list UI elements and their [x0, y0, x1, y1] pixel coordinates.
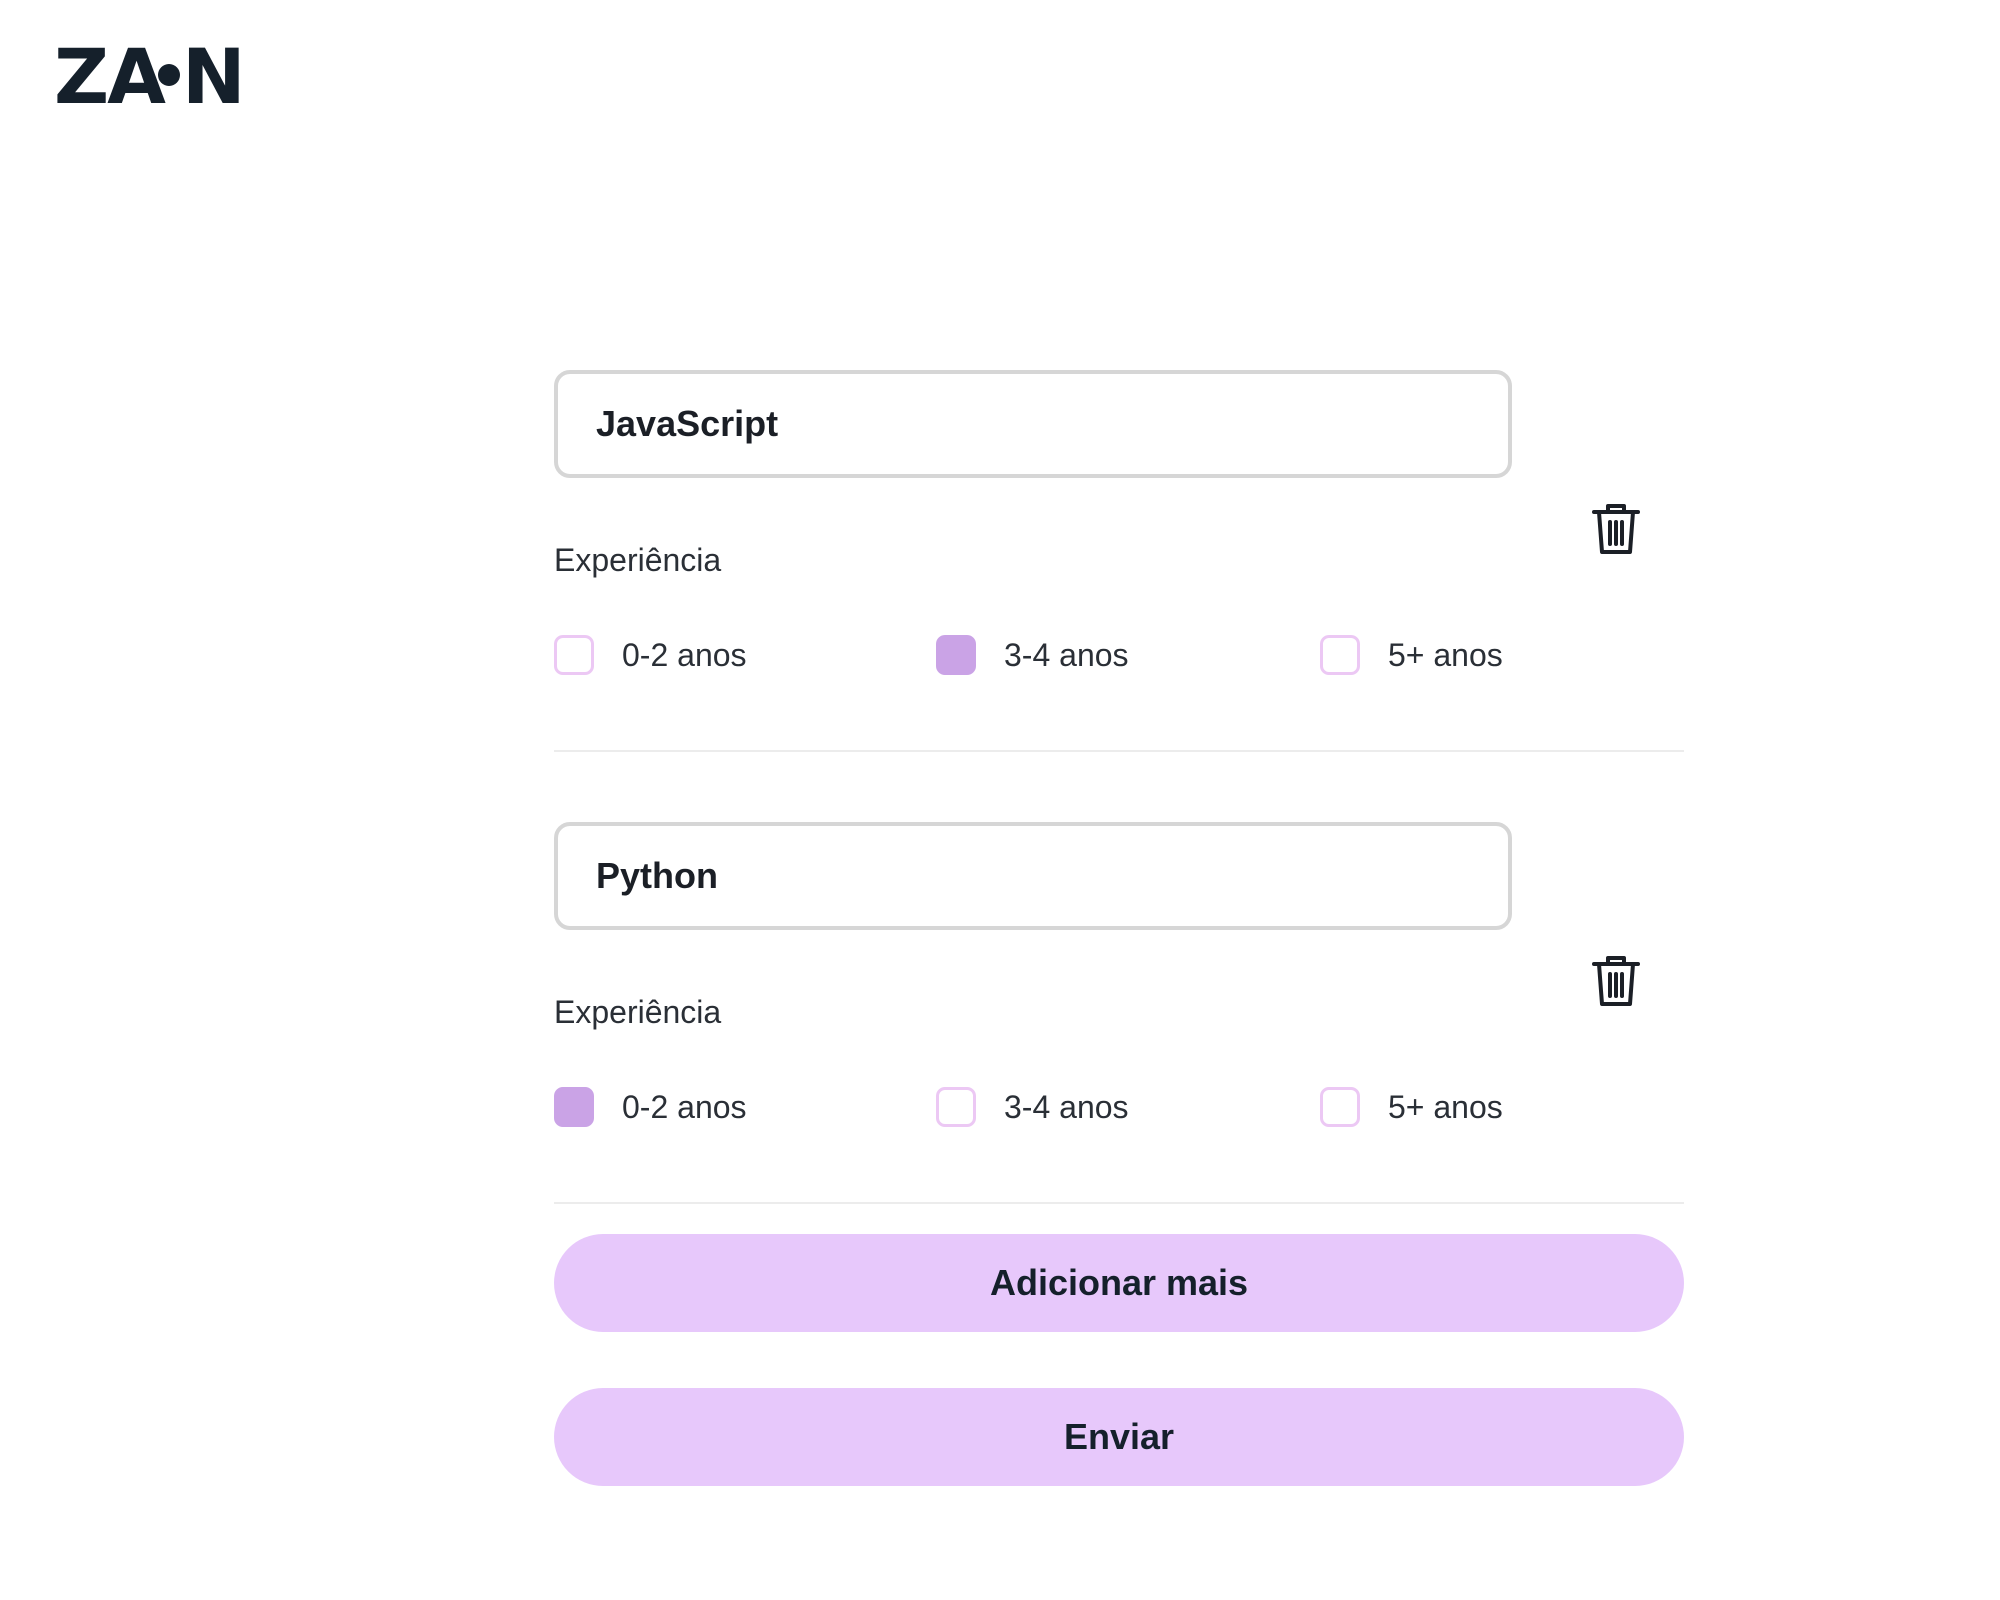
checkbox[interactable] [1320, 1087, 1360, 1127]
divider [554, 750, 1684, 752]
trash-icon[interactable] [1590, 952, 1642, 1008]
skill-name-input[interactable] [554, 822, 1512, 930]
option-label: 5+ anos [1388, 1088, 1503, 1125]
experience-option-3-4[interactable]: 3-4 anos [936, 1085, 1129, 1129]
logo-text-left: ZA [54, 32, 166, 121]
trash-icon[interactable] [1590, 500, 1642, 556]
divider [554, 1202, 1684, 1204]
option-label: 0-2 anos [622, 1088, 747, 1125]
experience-options: 0-2 anos 3-4 anos 5+ anos [554, 633, 1554, 677]
skill-name-input[interactable] [554, 370, 1512, 478]
checkbox[interactable] [1320, 635, 1360, 675]
skills-form: Experiência 0-2 anos 3-4 anos 5+ anos [554, 370, 1684, 1274]
experience-option-0-2[interactable]: 0-2 anos [554, 633, 747, 677]
option-label: 0-2 anos [622, 636, 747, 673]
experience-label: Experiência [554, 542, 722, 578]
add-more-button[interactable]: Adicionar mais [554, 1234, 1684, 1332]
option-label: 3-4 anos [1004, 1088, 1129, 1125]
experience-option-3-4[interactable]: 3-4 anos [936, 633, 1129, 677]
experience-label: Experiência [554, 994, 722, 1030]
skill-entry: Experiência 0-2 anos 3-4 anos 5+ anos [554, 822, 1684, 1274]
checkbox-checked[interactable] [554, 1087, 594, 1127]
skill-entry: Experiência 0-2 anos 3-4 anos 5+ anos [554, 370, 1684, 822]
zaon-logo: ZA N [54, 32, 246, 121]
checkbox[interactable] [554, 635, 594, 675]
option-label: 5+ anos [1388, 636, 1503, 673]
experience-option-5-plus[interactable]: 5+ anos [1320, 633, 1503, 677]
checkbox-checked[interactable] [936, 635, 976, 675]
option-label: 3-4 anos [1004, 636, 1129, 673]
logo-dot [157, 64, 180, 86]
experience-option-5-plus[interactable]: 5+ anos [1320, 1085, 1503, 1129]
logo-text-right: N [181, 32, 246, 121]
page: ZAN Experiência 0-2 anos [0, 0, 2000, 1600]
experience-option-0-2[interactable]: 0-2 anos [554, 1085, 747, 1129]
submit-button[interactable]: Enviar [554, 1388, 1684, 1486]
experience-options: 0-2 anos 3-4 anos 5+ anos [554, 1085, 1554, 1129]
checkbox[interactable] [936, 1087, 976, 1127]
